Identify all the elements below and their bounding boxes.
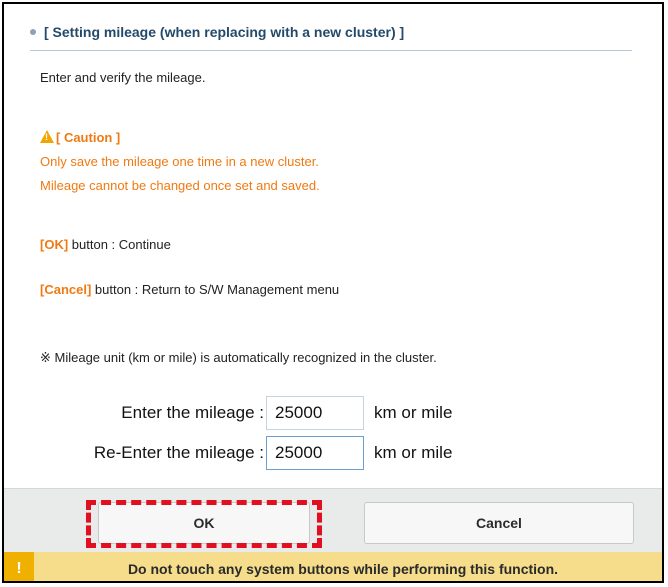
- dialog-frame: [ Setting mileage (when replacing with a…: [2, 2, 664, 583]
- caution-line-1: Only save the mileage one time in a new …: [40, 154, 319, 169]
- enter-mileage-label: Enter the mileage :: [121, 403, 264, 422]
- cancel-help-text: button : Return to S/W Management menu: [91, 282, 340, 297]
- notice-text: Do not touch any system buttons while pe…: [127, 560, 559, 577]
- reenter-mileage-unit: km or mile: [374, 443, 453, 462]
- enter-mileage-unit: km or mile: [374, 403, 453, 422]
- enter-mileage-row: Enter the mileage : km or mile: [52, 396, 452, 430]
- caution-title: [ Caution ]: [56, 130, 121, 145]
- bullet-icon: [30, 29, 36, 35]
- unit-note: ※ Mileage unit (km or mile) is automatic…: [40, 350, 437, 365]
- caution-heading: [ Caution ]: [40, 130, 120, 145]
- warning-icon: [40, 130, 54, 143]
- ok-button-label: OK: [193, 515, 215, 531]
- dialog-header: [ Setting mileage (when replacing with a…: [30, 14, 632, 51]
- cancel-tag: [Cancel]: [40, 282, 92, 297]
- instruction-text: Enter and verify the mileage.: [40, 70, 206, 85]
- reenter-mileage-row: Re-Enter the mileage : km or mile: [52, 436, 452, 470]
- cancel-button[interactable]: Cancel: [364, 502, 634, 544]
- cancel-help-line: [Cancel] button : Return to S/W Manageme…: [40, 282, 339, 297]
- enter-mileage-input[interactable]: [266, 396, 364, 430]
- notice-bar: ! Do not touch any system buttons while …: [4, 552, 662, 581]
- cancel-button-label: Cancel: [476, 515, 522, 531]
- exclamation-icon: !: [4, 552, 34, 581]
- dialog-title: [ Setting mileage (when replacing with a…: [44, 24, 405, 40]
- reenter-mileage-label: Re-Enter the mileage :: [93, 443, 264, 462]
- ok-button[interactable]: OK: [98, 502, 310, 544]
- caution-line-2: Mileage cannot be changed once set and s…: [40, 178, 320, 193]
- ok-tag: [OK]: [40, 237, 69, 252]
- ok-help-line: [OK] button : Continue: [40, 237, 171, 252]
- ok-help-text: button : Continue: [68, 237, 171, 252]
- reenter-mileage-input[interactable]: [266, 436, 364, 470]
